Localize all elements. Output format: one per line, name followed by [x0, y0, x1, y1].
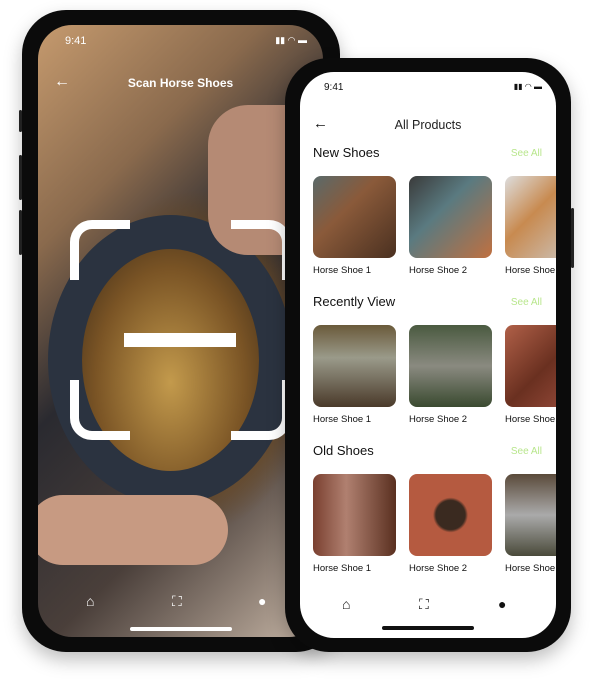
hand-image	[38, 495, 228, 565]
home-indicator	[130, 627, 232, 631]
product-label: Horse Shoe 3	[505, 414, 556, 425]
section-title: New Shoes	[313, 145, 380, 160]
product-image[interactable]	[409, 325, 492, 407]
side-button	[571, 208, 574, 268]
status-icons: ▮▮ ◠ ▬	[275, 35, 307, 45]
product-label: Horse Shoe 2	[409, 414, 468, 425]
page-title: Scan Horse Shoes	[127, 76, 234, 90]
section-title: Recently View	[313, 294, 396, 309]
product-label: Horse Shoe 1	[313, 414, 372, 425]
home-icon[interactable]: ⌂	[86, 593, 94, 609]
status-time: 9:41	[324, 82, 344, 93]
home-indicator	[382, 626, 474, 630]
product-image[interactable]	[505, 474, 556, 556]
product-image[interactable]	[409, 176, 492, 258]
product-label: Horse Shoe 2	[409, 265, 468, 276]
side-button	[19, 210, 22, 255]
product-image[interactable]	[505, 325, 556, 407]
user-icon[interactable]: ●	[498, 596, 506, 612]
products-phone: 9:41 ▮▮ ◠ ▬ ← All Products New Shoes See…	[285, 58, 574, 652]
see-all-link[interactable]: See All	[511, 297, 542, 308]
see-all-link[interactable]: See All	[511, 148, 542, 159]
product-image[interactable]	[313, 325, 396, 407]
product-label: Horse Shoe 2	[409, 563, 468, 574]
product-label: Horse Shoe 3	[505, 265, 556, 276]
page-title: All Products	[394, 118, 462, 132]
section-title: Old Shoes	[313, 443, 374, 458]
products-screen: 9:41 ▮▮ ◠ ▬ ← All Products New Shoes See…	[300, 72, 556, 638]
scan-icon[interactable]: ⛶	[419, 596, 429, 613]
see-all-link[interactable]: See All	[511, 446, 542, 457]
product-image[interactable]	[409, 474, 492, 556]
status-time: 9:41	[65, 35, 87, 47]
home-icon[interactable]: ⌂	[342, 596, 350, 612]
product-label: Horse Shoe 1	[313, 265, 372, 276]
product-image[interactable]	[313, 474, 396, 556]
product-label: Horse Shoe 1	[313, 563, 372, 574]
product-label: Horse Shoe 3	[505, 563, 556, 574]
product-image[interactable]	[505, 176, 556, 258]
status-icons: ▮▮ ◠ ▬	[513, 82, 542, 91]
scan-camera-view: 9:41 ▮▮ ◠ ▬ ← Scan Horse Shoes ⌂ ⛶ ●	[38, 25, 323, 637]
side-button	[19, 155, 22, 200]
user-icon[interactable]: ●	[258, 593, 266, 609]
side-button	[19, 110, 22, 132]
scan-icon[interactable]: ⛶	[172, 593, 182, 610]
product-image[interactable]	[313, 176, 396, 258]
